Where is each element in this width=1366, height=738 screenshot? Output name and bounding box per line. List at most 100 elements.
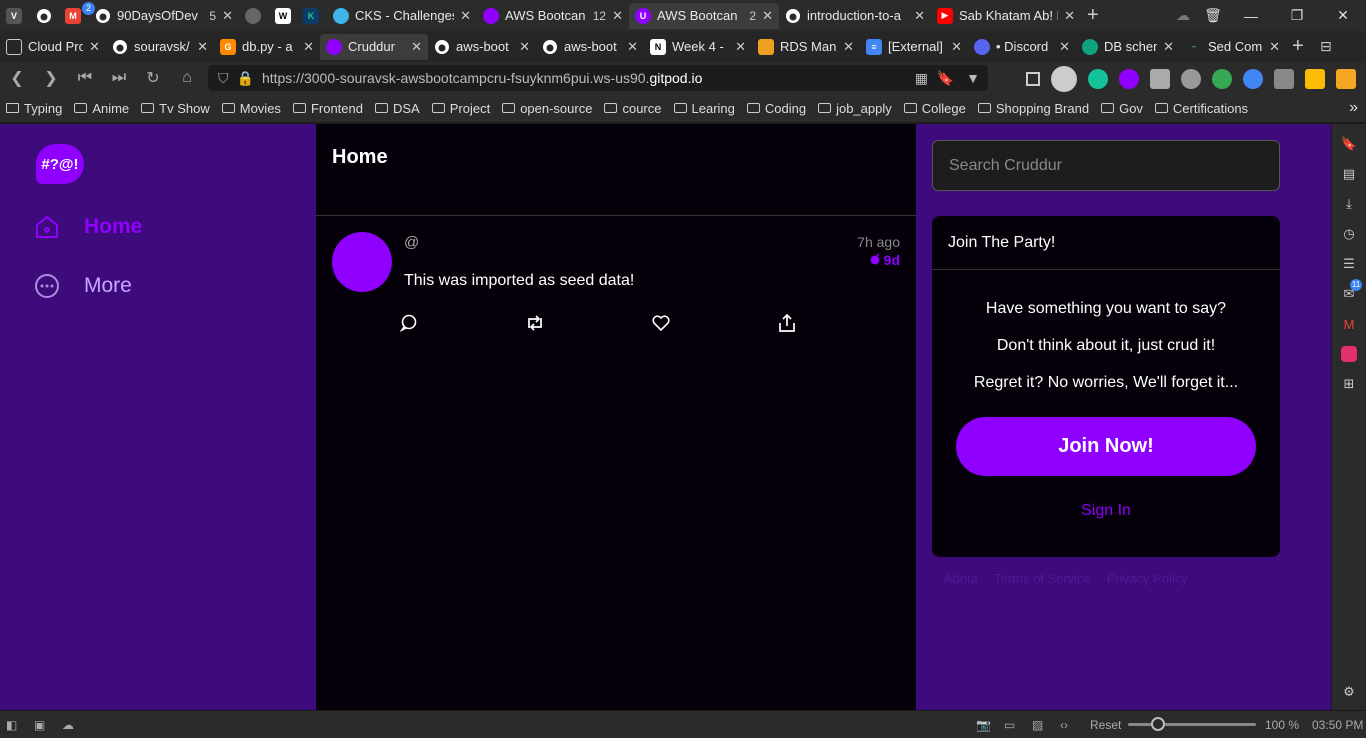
tab[interactable]: CKS - Challenges ✕: [327, 3, 477, 29]
bookmark-folder[interactable]: job_apply: [818, 101, 892, 116]
extension-icon[interactable]: [1305, 69, 1325, 89]
browser-menu-button[interactable]: V: [0, 3, 30, 29]
reload-button[interactable]: ↻: [136, 68, 170, 88]
avatar[interactable]: [1051, 66, 1077, 92]
new-tab-button[interactable]: +: [1081, 3, 1109, 29]
new-tab-button[interactable]: +: [1286, 34, 1314, 60]
bookmark-folder[interactable]: Learing: [673, 101, 735, 116]
tab-list-button[interactable]: ⊟: [1314, 34, 1342, 60]
close-icon[interactable]: ✕: [1269, 39, 1280, 55]
privacy-link[interactable]: Privacy Policy: [1107, 571, 1188, 586]
tab[interactable]: aws-boot ✕: [428, 34, 536, 60]
tab[interactable]: • Discord ✕: [968, 34, 1076, 60]
heart-icon[interactable]: [650, 312, 672, 334]
tab[interactable]: aws-boot ✕: [536, 34, 644, 60]
chevron-down-icon[interactable]: ▼: [966, 70, 980, 86]
bookmark-folder[interactable]: Shopping Brand: [977, 101, 1089, 116]
gmail-icon[interactable]: M: [1341, 316, 1357, 332]
close-icon[interactable]: ✕: [519, 39, 530, 55]
repost-icon[interactable]: [524, 312, 546, 334]
bookmark-folder[interactable]: Coding: [746, 101, 806, 116]
bookmark-folder[interactable]: Frontend: [292, 101, 363, 116]
minimize-button[interactable]: —: [1228, 8, 1274, 24]
window-icon[interactable]: ▭: [1004, 718, 1015, 732]
close-icon[interactable]: ✕: [1064, 8, 1075, 24]
history-icon[interactable]: ◷: [1341, 226, 1357, 242]
tab[interactable]: 90DaysOfDev 5 ✕: [89, 3, 239, 29]
camera-icon[interactable]: 📷: [976, 718, 991, 732]
add-panel-icon[interactable]: ⊞: [1341, 376, 1357, 392]
bookmark-folder[interactable]: Project: [431, 101, 490, 116]
close-icon[interactable]: ✕: [843, 39, 854, 55]
bookmark-folder[interactable]: Anime: [74, 101, 129, 116]
close-icon[interactable]: ✕: [762, 8, 773, 24]
extension-icon[interactable]: [1336, 69, 1356, 89]
cookie-icon[interactable]: [1181, 69, 1201, 89]
tab[interactable]: M 2: [59, 2, 95, 29]
cruddur-logo[interactable]: #?@!: [36, 144, 84, 184]
bookmark-folder[interactable]: Gov: [1101, 101, 1143, 116]
sign-in-link[interactable]: Sign In: [932, 502, 1280, 520]
code-icon[interactable]: ‹›: [1060, 718, 1068, 732]
tab[interactable]: [30, 3, 59, 29]
bookmark-folder[interactable]: Certifications: [1154, 101, 1248, 116]
tab[interactable]: souravsk/ ✕: [106, 34, 214, 60]
tab[interactable]: introduction-to-a ✕: [779, 3, 931, 29]
avatar[interactable]: [332, 232, 392, 292]
bookmark-folder[interactable]: open-source: [502, 101, 592, 116]
download-icon[interactable]: ⤓: [1341, 196, 1357, 212]
chrome-icon[interactable]: [1243, 69, 1263, 89]
extension-icon[interactable]: [1212, 69, 1232, 89]
instagram-icon[interactable]: [1341, 346, 1357, 362]
trash-icon[interactable]: 🗑: [1198, 7, 1228, 24]
tab[interactable]: Gdb.py - a ✕: [214, 34, 320, 60]
close-icon[interactable]: ✕: [951, 39, 962, 55]
grammarly-icon[interactable]: [1088, 69, 1108, 89]
reader-icon[interactable]: ▤: [1341, 166, 1357, 182]
bookmark-folder[interactable]: College: [903, 101, 966, 116]
forward-button[interactable]: ❯: [34, 68, 68, 88]
tab[interactable]: [239, 3, 269, 29]
tab[interactable]: RDS Man ✕: [752, 34, 860, 60]
rewind-button[interactable]: ⏮: [68, 69, 102, 87]
bookmark-item[interactable]: Typing: [6, 101, 62, 116]
nav-item-more[interactable]: More: [34, 273, 132, 299]
join-now-button[interactable]: Join Now!: [956, 417, 1256, 476]
wappalyzer-icon[interactable]: [1119, 69, 1139, 89]
close-icon[interactable]: ✕: [411, 39, 422, 55]
url-field[interactable]: ⛉ 🔒 https://3000-souravsk-awsbootcampcru…: [208, 65, 988, 91]
bookmark-folder[interactable]: Tv Show: [141, 101, 210, 116]
zoom-slider[interactable]: [1128, 717, 1256, 731]
close-icon[interactable]: ✕: [914, 8, 925, 24]
close-window-button[interactable]: ✕: [1320, 7, 1366, 24]
restore-button[interactable]: ❐: [1274, 7, 1320, 24]
more-bookmarks-icon[interactable]: »: [1349, 99, 1358, 117]
activity-item[interactable]: @ 7h ago 9d This was imported as seed da…: [316, 216, 916, 356]
cloud-sync-icon[interactable]: ☁: [1168, 7, 1198, 24]
user-handle[interactable]: @: [404, 234, 419, 251]
tab-active[interactable]: Cruddur ✕: [320, 33, 428, 60]
search-icon[interactable]: [1026, 72, 1040, 86]
close-icon[interactable]: ✕: [197, 39, 208, 55]
back-button[interactable]: ❮: [0, 68, 34, 88]
tab[interactable]: ~ Sed Com ✕: [1180, 34, 1286, 60]
bookmark-icon[interactable]: 🔖: [1341, 136, 1357, 152]
about-link[interactable]: About: [944, 571, 978, 586]
close-icon[interactable]: ✕: [1163, 39, 1174, 55]
share-icon[interactable]: [776, 312, 798, 334]
panel-toggle-icon[interactable]: ◧: [6, 718, 17, 732]
tab[interactable]: W: [269, 3, 297, 29]
tab[interactable]: Cloud Pro ✕: [0, 34, 106, 60]
tile-icon[interactable]: ▣: [34, 718, 45, 732]
search-input[interactable]: Search Cruddur: [932, 140, 1280, 191]
terms-link[interactable]: Terms of Service: [994, 571, 1091, 586]
close-icon[interactable]: ✕: [222, 8, 233, 24]
home-button[interactable]: ⌂: [170, 69, 204, 87]
close-icon[interactable]: ✕: [627, 39, 638, 55]
tab[interactable]: AWS Bootcan 12 ✕: [477, 3, 629, 29]
extension-icon[interactable]: [1150, 69, 1170, 89]
mail-icon[interactable]: ✉ 11: [1341, 279, 1362, 302]
fast-forward-button[interactable]: ⏭: [102, 69, 136, 87]
qr-code-icon[interactable]: ▦: [915, 70, 928, 87]
close-icon[interactable]: ✕: [1059, 39, 1070, 55]
